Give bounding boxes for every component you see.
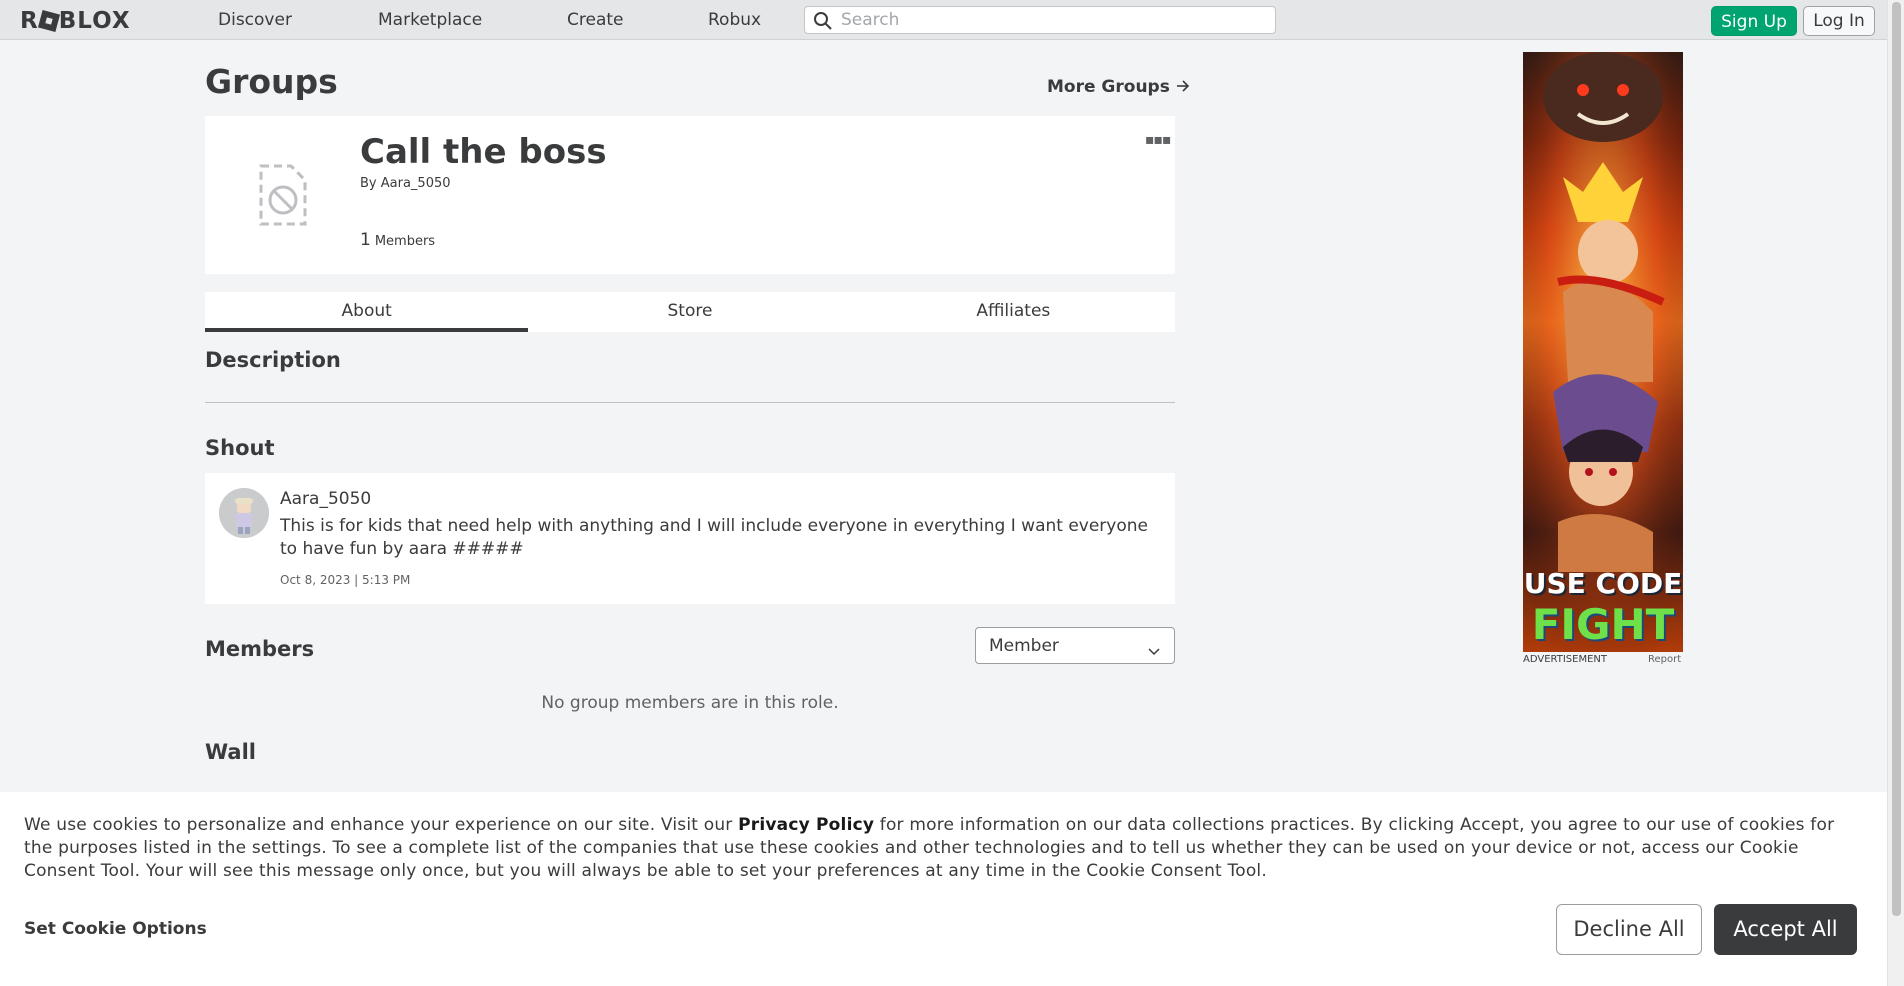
role-dropdown-value: Member	[989, 636, 1059, 656]
more-groups-link[interactable]: More Groups	[1047, 77, 1190, 97]
signup-button[interactable]: Sign Up	[1711, 6, 1797, 36]
ad-code-line1: USE CODE	[1523, 567, 1683, 600]
tab-store[interactable]: Store	[528, 292, 851, 332]
shout-message: This is for kids that need help with any…	[280, 516, 1148, 559]
cookie-banner: We use cookies to personalize and enhanc…	[0, 792, 1887, 986]
cookie-text-before: We use cookies to personalize and enhanc…	[24, 815, 739, 835]
decline-all-button[interactable]: Decline All	[1556, 904, 1702, 955]
members-heading: Members	[205, 637, 315, 661]
member-count-value: 1	[360, 230, 371, 250]
page-title: Groups	[205, 62, 338, 101]
avatar[interactable]	[219, 488, 269, 538]
group-owner-line: By Aara_5050	[360, 176, 451, 191]
scrollbar-thumb[interactable]	[1892, 2, 1901, 916]
group-header-card: Call the boss By Aara_5050 1 Members ▪▪▪	[205, 116, 1175, 274]
cookie-message: We use cookies to personalize and enhanc…	[24, 814, 1864, 883]
owner-by-label: By	[360, 176, 377, 191]
accept-all-button[interactable]: Accept All	[1714, 904, 1857, 955]
advertisement-banner[interactable]: USE CODE FIGHT	[1523, 52, 1683, 652]
shout-card: Aara_5050 This is for kids that need hel…	[205, 473, 1175, 604]
nav-discover[interactable]: Discover	[218, 10, 292, 30]
arrow-right-icon	[1176, 77, 1190, 97]
group-name: Call the boss	[360, 132, 607, 172]
tab-affiliates[interactable]: Affiliates	[852, 292, 1175, 332]
privacy-policy-link[interactable]: Privacy Policy	[738, 815, 874, 835]
description-divider	[205, 402, 1175, 403]
shout-timestamp: Oct 8, 2023 | 5:13 PM	[280, 573, 411, 587]
page-scrollbar[interactable]	[1887, 0, 1904, 986]
role-dropdown[interactable]: Member	[975, 627, 1175, 664]
nav-marketplace[interactable]: Marketplace	[378, 10, 482, 30]
ad-code-line2: FIGHT	[1531, 600, 1675, 649]
roblox-logo[interactable]: R BLOX	[20, 8, 131, 34]
ad-caption: ADVERTISEMENT	[1523, 654, 1608, 665]
group-emblem-placeholder-icon	[257, 162, 309, 232]
ad-artwork	[1523, 52, 1683, 652]
top-navigation: R BLOX Discover Marketplace Create Robux …	[0, 0, 1887, 40]
shout-author-link[interactable]: Aara_5050	[280, 489, 371, 509]
members-empty-message: No group members are in this role.	[541, 693, 839, 713]
member-count-label: Members	[374, 234, 436, 249]
search-icon	[813, 11, 833, 35]
group-owner-link[interactable]: Aara_5050	[381, 176, 451, 191]
group-tabs: About Store Affiliates	[205, 292, 1175, 332]
search-box[interactable]	[804, 6, 1276, 34]
nav-create[interactable]: Create	[567, 10, 624, 30]
chevron-down-icon	[1148, 641, 1160, 661]
member-count: 1 Members	[360, 230, 435, 250]
more-options-icon[interactable]: ▪▪▪	[1145, 132, 1171, 148]
nav-robux[interactable]: Robux	[708, 10, 761, 30]
tab-about[interactable]: About	[205, 292, 529, 332]
search-input[interactable]	[839, 9, 1259, 31]
set-cookie-options-link[interactable]: Set Cookie Options	[24, 919, 207, 939]
ad-report-link[interactable]: Report	[1648, 654, 1681, 665]
description-heading: Description	[205, 348, 341, 372]
wall-heading: Wall	[205, 740, 256, 764]
shout-heading: Shout	[205, 436, 275, 460]
login-button[interactable]: Log In	[1803, 6, 1875, 36]
more-groups-label: More Groups	[1047, 77, 1170, 97]
